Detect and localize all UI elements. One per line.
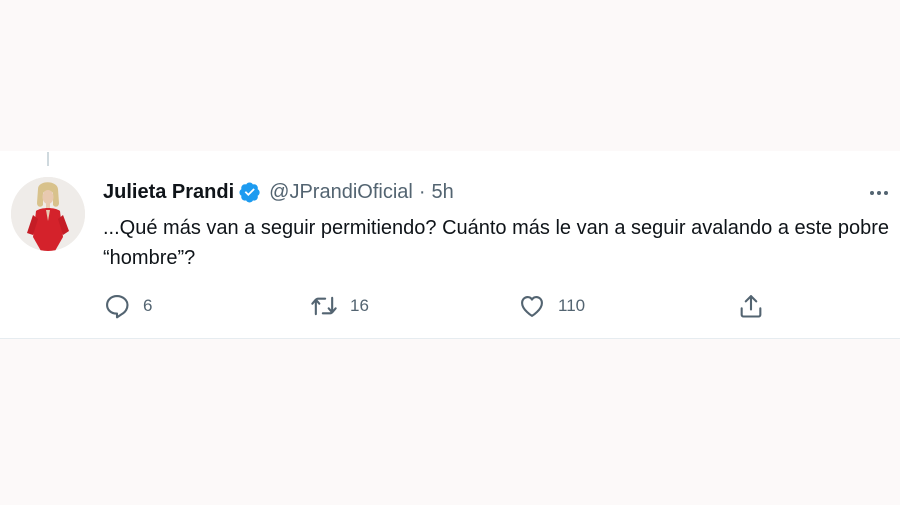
- reply-count: 6: [143, 296, 153, 315]
- reply-icon: [106, 295, 129, 319]
- more-options-icon[interactable]: [864, 181, 894, 205]
- like-button[interactable]: 110: [518, 291, 585, 321]
- thread-connector-line: [47, 152, 49, 166]
- tweet-timestamp[interactable]: 5h: [432, 181, 454, 204]
- reply-button[interactable]: 6: [103, 291, 152, 321]
- page-background-top: [0, 0, 900, 151]
- retweet-count: 16: [350, 296, 369, 315]
- verified-badge-icon: [239, 181, 261, 203]
- dot: [877, 191, 881, 195]
- tweet-text: ...Qué más van a seguir permitiendo? Cuá…: [103, 217, 890, 269]
- page-background-bottom: [0, 339, 900, 505]
- dot: [884, 191, 888, 195]
- tweet-card[interactable]: Julieta Prandi @JPrandiOficial · 5h ...Q…: [0, 151, 900, 339]
- dot: [870, 191, 874, 195]
- share-button[interactable]: [737, 291, 765, 321]
- heart-icon: [521, 295, 543, 317]
- tweet-header: Julieta Prandi @JPrandiOficial · 5h: [103, 179, 454, 205]
- avatar[interactable]: [11, 177, 85, 251]
- author-name[interactable]: Julieta Prandi: [103, 181, 234, 204]
- retweet-icon: [311, 296, 337, 316]
- avatar-image: [11, 177, 85, 251]
- separator-dot: ·: [418, 180, 426, 203]
- author-handle[interactable]: @JPrandiOficial: [269, 181, 413, 204]
- like-count: 110: [558, 296, 586, 315]
- share-icon: [740, 295, 762, 318]
- retweet-button[interactable]: 16: [310, 291, 369, 321]
